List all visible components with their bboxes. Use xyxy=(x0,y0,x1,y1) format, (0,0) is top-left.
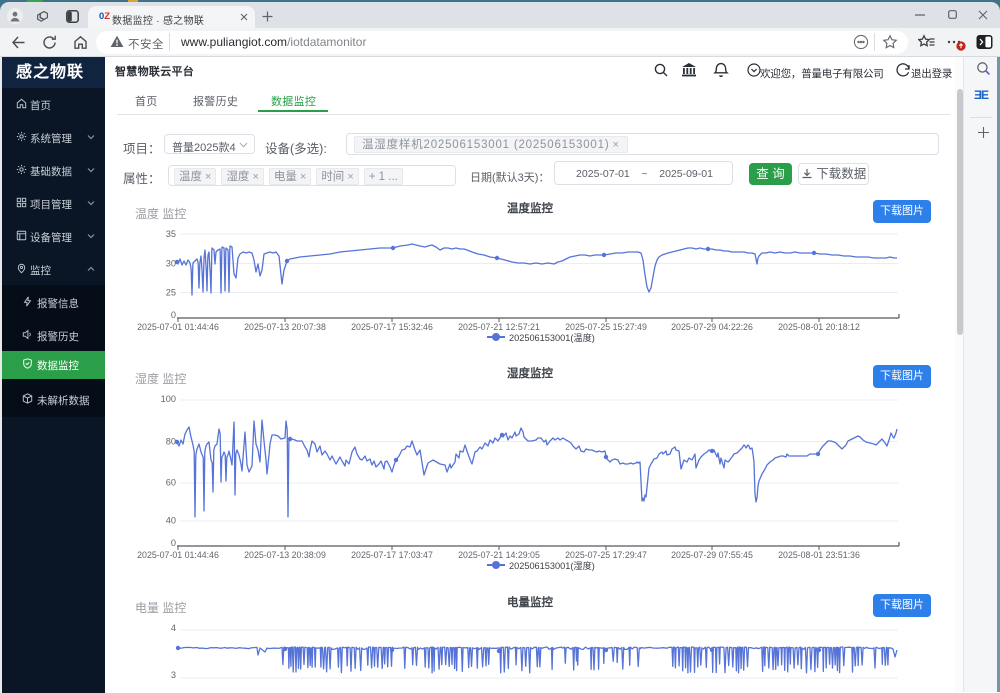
svg-text:2025-07-29 04:22:26: 2025-07-29 04:22:26 xyxy=(671,322,753,332)
svg-text:0: 0 xyxy=(171,310,176,320)
svg-text:2025-08-01 23:51:36: 2025-08-01 23:51:36 xyxy=(778,550,860,560)
svg-text:2025-07-21 14:29:05: 2025-07-21 14:29:05 xyxy=(458,550,540,560)
svg-text:3: 3 xyxy=(171,670,176,680)
svg-text:4: 4 xyxy=(171,623,176,633)
svg-text:2025-07-01 01:44:46: 2025-07-01 01:44:46 xyxy=(137,550,219,560)
svg-text:30: 30 xyxy=(166,259,176,269)
svg-text:2025-07-13 20:38:09: 2025-07-13 20:38:09 xyxy=(244,550,326,560)
svg-text:2025-07-13 20:07:38: 2025-07-13 20:07:38 xyxy=(244,322,326,332)
svg-text:2025-07-25 15:27:49: 2025-07-25 15:27:49 xyxy=(565,322,647,332)
svg-text:25: 25 xyxy=(166,288,176,298)
svg-text:100: 100 xyxy=(161,394,176,404)
svg-text:202506153001(温度): 202506153001(温度) xyxy=(509,332,595,343)
svg-text:40: 40 xyxy=(166,516,176,526)
svg-text:80: 80 xyxy=(166,437,176,447)
svg-text:35: 35 xyxy=(166,229,176,239)
svg-text:2025-07-25 17:29:47: 2025-07-25 17:29:47 xyxy=(565,550,647,560)
svg-text:2025-07-17 15:32:46: 2025-07-17 15:32:46 xyxy=(351,322,433,332)
svg-text:60: 60 xyxy=(166,478,176,488)
svg-text:2025-07-29 07:55:45: 2025-07-29 07:55:45 xyxy=(671,550,753,560)
svg-text:202506153001(湿度): 202506153001(湿度) xyxy=(509,560,595,571)
svg-text:2025-08-01 20:18:12: 2025-08-01 20:18:12 xyxy=(778,322,860,332)
svg-text:0: 0 xyxy=(171,538,176,548)
svg-text:2025-07-01 01:44:46: 2025-07-01 01:44:46 xyxy=(137,322,219,332)
svg-text:2025-07-21 12:57:21: 2025-07-21 12:57:21 xyxy=(458,322,540,332)
svg-text:2025-07-17 17:03:47: 2025-07-17 17:03:47 xyxy=(351,550,433,560)
